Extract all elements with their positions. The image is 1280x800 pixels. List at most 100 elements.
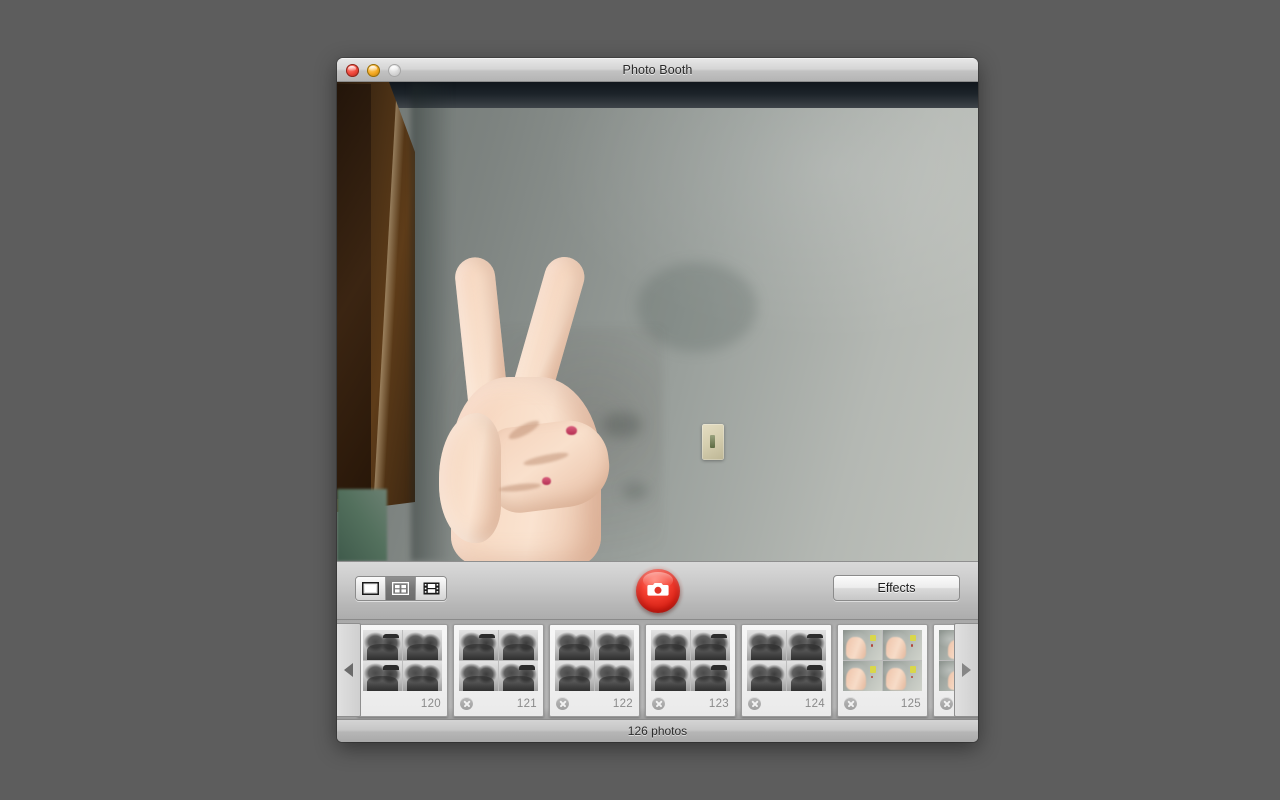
four-up-grid-icon <box>392 582 409 595</box>
wall-dot <box>871 676 874 679</box>
thumbnail-number: 122 <box>613 698 633 710</box>
switch-shape <box>910 666 916 673</box>
camera-icon <box>647 581 669 602</box>
switch-shape <box>870 635 876 642</box>
delete-photo-button[interactable] <box>556 697 569 710</box>
hand-shape <box>886 668 906 690</box>
photo-cell <box>691 630 730 660</box>
thumbnail-image <box>843 630 922 691</box>
chevron-left-icon <box>344 663 353 677</box>
delete-photo-button[interactable] <box>652 697 665 710</box>
delete-photo-button[interactable] <box>844 697 857 710</box>
hand-peace-sign <box>403 267 673 561</box>
photo-cell <box>651 661 690 691</box>
chevron-right-icon <box>962 663 971 677</box>
thumbnail-image <box>747 630 826 691</box>
thumbnail-item[interactable]: 124 <box>741 624 832 717</box>
film-strip-icon <box>423 582 440 595</box>
photo-count-label: 126 photos <box>628 724 687 738</box>
hand-shape <box>846 637 866 659</box>
thumbnail-number: 124 <box>805 698 825 710</box>
photo-cell <box>595 661 634 691</box>
hat-shape <box>711 665 727 670</box>
photo-cell <box>363 630 402 660</box>
fingernail-polish-2 <box>542 477 551 485</box>
hat-shape <box>519 665 535 670</box>
photo-cell <box>883 630 922 660</box>
bottom-toolbar: Effects <box>337 561 978 619</box>
switch-shape <box>910 635 916 642</box>
thumbnail-number: 125 <box>901 698 921 710</box>
door-frame-highlight <box>374 92 407 502</box>
photo-cell <box>747 630 786 660</box>
thumbnail-item[interactable]: 125 <box>837 624 928 717</box>
thumbnail-image <box>459 630 538 691</box>
view-mode-single-photo-button[interactable] <box>356 577 386 600</box>
door-panel <box>337 84 371 499</box>
hat-shape <box>383 665 399 670</box>
thumbnail-footer: 120 <box>358 691 447 716</box>
photo-cell <box>787 661 826 691</box>
view-mode-movie-button[interactable] <box>416 577 446 600</box>
photo-cell <box>403 661 442 691</box>
thumbnail-item[interactable]: 121 <box>453 624 544 717</box>
view-mode-segmented-control[interactable] <box>355 576 447 601</box>
thumbnail-item[interactable]: 123 <box>645 624 736 717</box>
status-bar: 126 photos <box>337 719 978 742</box>
view-mode-four-up-button[interactable] <box>386 577 416 600</box>
camera-preview[interactable] <box>337 82 978 561</box>
hat-shape <box>383 634 399 639</box>
thumbnail-number: 120 <box>421 698 441 710</box>
light-switch-plate <box>702 424 724 460</box>
window-titlebar: Photo Booth <box>337 58 978 82</box>
photo-cell <box>843 661 882 691</box>
wall-dot <box>911 644 914 647</box>
thumbnail-footer: 121 <box>454 691 543 716</box>
tray-scroll-right-button[interactable] <box>954 623 978 717</box>
hand-shape <box>846 668 866 690</box>
thumbnail-strip: 120 121 <box>357 624 946 717</box>
thumbnail-image <box>363 630 442 691</box>
hat-shape <box>807 634 823 639</box>
thumbnail-item[interactable]: 122 <box>549 624 640 717</box>
photo-cell <box>691 661 730 691</box>
hat-shape <box>807 665 823 670</box>
wall-dot <box>911 676 914 679</box>
hat-shape <box>479 634 495 639</box>
photo-cell <box>555 661 594 691</box>
window-title: Photo Booth <box>337 63 978 77</box>
photo-cell <box>499 630 538 660</box>
single-photo-icon <box>362 582 379 595</box>
thumbnail-footer: 124 <box>742 691 831 716</box>
delete-photo-button[interactable] <box>940 697 953 710</box>
thumbnail-footer: 122 <box>550 691 639 716</box>
photo-cell <box>403 630 442 660</box>
thumbnail-image <box>651 630 730 691</box>
photo-cell <box>747 661 786 691</box>
fingernail-polish <box>566 426 577 435</box>
tray-scroll-left-button[interactable] <box>337 623 361 717</box>
photo-tray[interactable]: 120 121 <box>337 619 978 719</box>
thumbnail-number: 121 <box>517 698 537 710</box>
photo-cell <box>555 630 594 660</box>
photo-cell <box>787 630 826 660</box>
shutter-button[interactable] <box>636 569 680 613</box>
thumbnail-footer: 125 <box>838 691 927 716</box>
photo-cell <box>651 630 690 660</box>
wall-dot <box>871 644 874 647</box>
hat-shape <box>711 634 727 639</box>
light-switch-toggle <box>710 435 715 448</box>
thumbnail-image <box>555 630 634 691</box>
photo-cell <box>363 661 402 691</box>
thumbnail-item[interactable]: 120 <box>357 624 448 717</box>
photo-cell <box>499 661 538 691</box>
photo-cell <box>843 630 882 660</box>
hand-shape <box>886 637 906 659</box>
thumbnail-number: 123 <box>709 698 729 710</box>
switch-shape <box>870 666 876 673</box>
green-object <box>337 489 387 561</box>
photo-cell <box>459 661 498 691</box>
effects-button[interactable]: Effects <box>833 575 960 601</box>
delete-photo-button[interactable] <box>748 697 761 710</box>
delete-photo-button[interactable] <box>460 697 473 710</box>
